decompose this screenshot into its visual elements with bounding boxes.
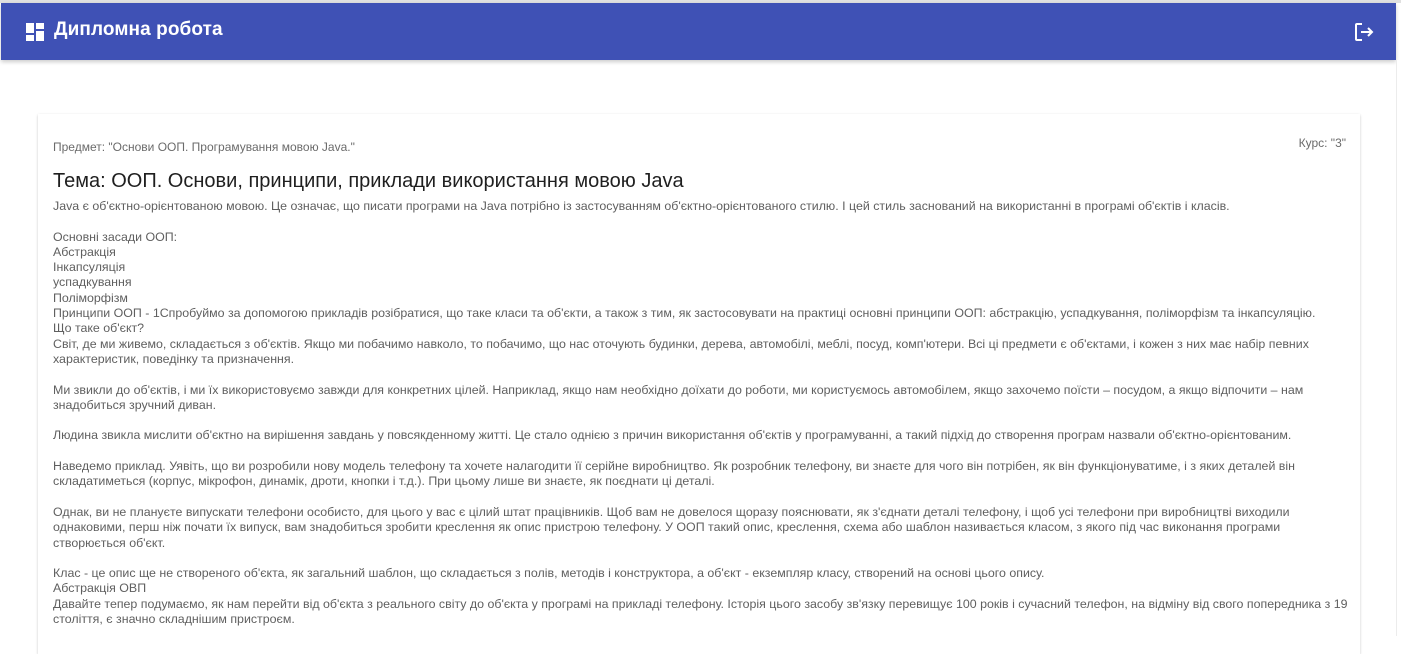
principle-item: успадкування xyxy=(53,275,132,290)
dashboard-icon xyxy=(26,23,44,41)
abstraction-paragraph: Давайте тепер подумаємо, як нам перейти … xyxy=(53,596,1348,627)
world-paragraph: Світ, де ми живемо, складається з об'єкт… xyxy=(53,336,1309,366)
topic-title: Тема: ООП. Основи, принципи, приклади ви… xyxy=(53,170,684,192)
logout-icon[interactable] xyxy=(1352,20,1376,44)
principle-item: Абстракція xyxy=(53,244,116,259)
app-bar: Дипломна робота xyxy=(1,3,1396,60)
intro-paragraph: Java є об'єктно-орієнтованою мовою. Це о… xyxy=(53,199,1230,213)
class-block: Клас - це опис ще не створеного об'єкта,… xyxy=(53,566,1351,627)
workers-paragraph: Однак, ви не плануєте випускати телефони… xyxy=(53,504,1290,550)
abstraction-heading: Абстракція ОВП xyxy=(53,581,147,596)
class-paragraph: Клас - це опис ще не створеного об'єкта,… xyxy=(53,566,1045,581)
course-label: Курс: "3" xyxy=(1298,136,1346,150)
scroll-edge xyxy=(1396,60,1401,636)
subject-label: Предмет: "Основи ООП. Програмування мово… xyxy=(53,140,355,154)
what-is-object-heading: Що таке об'єкт? xyxy=(53,321,145,336)
example-paragraph: Наведемо приклад. Уявіть, що ви розробил… xyxy=(53,459,1295,489)
principles-intro: Принципи ООП - 1Спробуймо за допомогою п… xyxy=(53,306,1316,321)
principle-item: Інкапсуляція xyxy=(53,260,126,275)
principles-block: Основні засади ООП: Абстракція Інкапсуля… xyxy=(53,230,1351,368)
lesson-card: Предмет: "Основи ООП. Програмування мово… xyxy=(38,114,1360,654)
principle-item: Поліморфізм xyxy=(53,290,128,305)
used-paragraph: Ми звикли до об'єктів, і ми їх використо… xyxy=(53,382,1304,412)
lesson-body: Java є об'єктно-орієнтованою мовою. Це о… xyxy=(53,199,1351,627)
app-title: Дипломна робота xyxy=(54,19,223,40)
principles-heading: Основні засади ООП: xyxy=(53,229,178,244)
thinking-paragraph: Людина звикла мислити об'єктно на виріше… xyxy=(53,428,1292,443)
